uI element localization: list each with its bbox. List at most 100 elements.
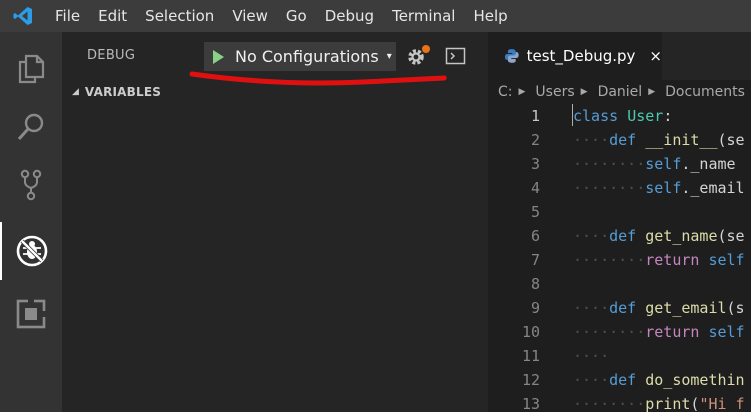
breadcrumb-item[interactable]: C: <box>488 84 513 100</box>
code-text: ········print("Hi f <box>573 392 745 412</box>
code-line: 9 ····def get_email(s <box>488 296 751 320</box>
code-token: def <box>609 227 637 245</box>
chevron-down-icon: ▾ <box>386 51 392 62</box>
menu-item-file[interactable]: File <box>46 0 89 32</box>
code-line: 5 <box>488 200 751 224</box>
line-number: 12 <box>521 371 540 389</box>
variables-section-header[interactable]: ◢ VARIABLES <box>62 80 488 104</box>
debug-sidebar: DEBUG No Configurations ▾ ◢ VARIABLES <box>62 32 488 412</box>
breadcrumb-item[interactable]: Users <box>525 84 574 100</box>
code-token: (s <box>726 299 745 317</box>
code-line: 2 ····def __init__(se <box>488 128 751 152</box>
code-token: ._name <box>681 155 736 173</box>
code-token: ._email <box>681 179 745 197</box>
play-icon <box>213 49 224 64</box>
close-icon[interactable]: × <box>649 47 662 65</box>
code-token: get_name <box>645 227 718 245</box>
code-text: ········return self <box>573 248 745 272</box>
editor-area: test_Debug.py × C: ▶ Users ▶ Daniel ▶ Document… <box>488 32 751 412</box>
code-line: 3 ········self._name <box>488 152 751 176</box>
indent-whitespace: ········ <box>573 323 646 341</box>
menu-item-view[interactable]: View <box>223 0 277 32</box>
code-token: def <box>609 299 637 317</box>
menu-item-selection[interactable]: Selection <box>136 0 223 32</box>
code-text: ····def __init__(se <box>573 128 745 152</box>
line-number: 9 <box>530 299 540 317</box>
debug-icon[interactable] <box>0 222 62 280</box>
indent-whitespace: ········ <box>573 155 646 173</box>
code-token: : <box>663 107 673 125</box>
activity-bar <box>0 32 62 412</box>
indent-whitespace: ········ <box>573 251 646 269</box>
indent-whitespace: ···· <box>573 299 610 317</box>
code-token: (se <box>717 227 745 245</box>
line-number: 3 <box>530 155 540 173</box>
editor-tab-bar: test_Debug.py × <box>488 32 751 80</box>
line-number: 1 <box>530 107 540 125</box>
line-number: 7 <box>530 251 540 269</box>
code-token: self <box>645 155 682 173</box>
code-text: ····def do_somethin <box>573 368 745 392</box>
chevron-right-icon: ▶ <box>518 87 526 97</box>
breadcrumb: C: ▶ Users ▶ Daniel ▶ Documents <box>488 80 751 104</box>
code-text: class User: <box>573 104 672 128</box>
debug-console-icon[interactable] <box>445 46 467 66</box>
code-line: 12 ····def do_somethin <box>488 368 751 392</box>
chevron-right-icon: ▶ <box>580 87 588 97</box>
line-number: 5 <box>530 203 540 221</box>
indent-whitespace: ········ <box>573 395 646 412</box>
breadcrumb-item[interactable]: Daniel <box>588 84 643 100</box>
code-text: ········self._email <box>573 176 745 200</box>
code-text: ···· <box>573 344 609 368</box>
code-line: 13 ········print("Hi f <box>488 392 751 412</box>
line-number: 13 <box>521 395 540 412</box>
code-token: return <box>645 251 700 269</box>
menu-item-go[interactable]: Go <box>277 0 316 32</box>
title-bar: File Edit Selection View Go Debug Terminal Help <box>0 0 751 32</box>
code-line: 11 ···· <box>488 344 751 368</box>
debug-view-title: DEBUG <box>87 48 136 63</box>
code-token: self <box>645 179 682 197</box>
tab-label: test_Debug.py <box>526 47 636 65</box>
source-control-icon[interactable] <box>0 156 62 214</box>
code-text: ········self._name <box>573 152 736 176</box>
code-token: do_somethin <box>645 371 745 389</box>
menu-item-help[interactable]: Help <box>464 0 516 32</box>
code-line: 7 ········return self <box>488 248 751 272</box>
menu-item-debug[interactable]: Debug <box>316 0 383 32</box>
vscode-logo-icon <box>0 0 46 32</box>
explorer-icon[interactable] <box>0 40 62 98</box>
code-token: (se <box>717 131 745 149</box>
configuration-label: No Configurations <box>235 47 379 66</box>
code-line: 10 ········return self <box>488 320 751 344</box>
code-token: "Hi f <box>699 395 745 412</box>
line-number: 2 <box>530 131 540 149</box>
code-text: ····def get_name(se <box>573 224 745 248</box>
code-editor[interactable]: 1 class User: 2 ····def __init__(se 3 ·······… <box>488 104 751 412</box>
code-token: self <box>708 323 745 341</box>
menu-item-terminal[interactable]: Terminal <box>383 0 464 32</box>
code-token: def <box>609 371 637 389</box>
line-number: 6 <box>530 227 540 245</box>
indent-whitespace: ···· <box>573 371 610 389</box>
extensions-icon[interactable] <box>0 285 62 343</box>
chevron-down-icon: ◢ <box>72 87 79 97</box>
line-number: 11 <box>521 347 540 365</box>
breadcrumb-item[interactable]: Documents <box>655 84 745 100</box>
search-icon[interactable] <box>0 98 62 156</box>
variables-title: VARIABLES <box>84 85 162 99</box>
menu-item-edit[interactable]: Edit <box>89 0 136 32</box>
indent-whitespace: ········ <box>573 179 646 197</box>
gear-icon[interactable] <box>405 44 431 68</box>
code-token: get_email <box>645 299 727 317</box>
tab-test-debug-py[interactable]: test_Debug.py × <box>488 32 662 80</box>
indent-whitespace: ···· <box>573 227 610 245</box>
chevron-right-icon: ▶ <box>648 87 656 97</box>
code-token: User <box>627 107 664 125</box>
code-line: 8 <box>488 272 751 296</box>
